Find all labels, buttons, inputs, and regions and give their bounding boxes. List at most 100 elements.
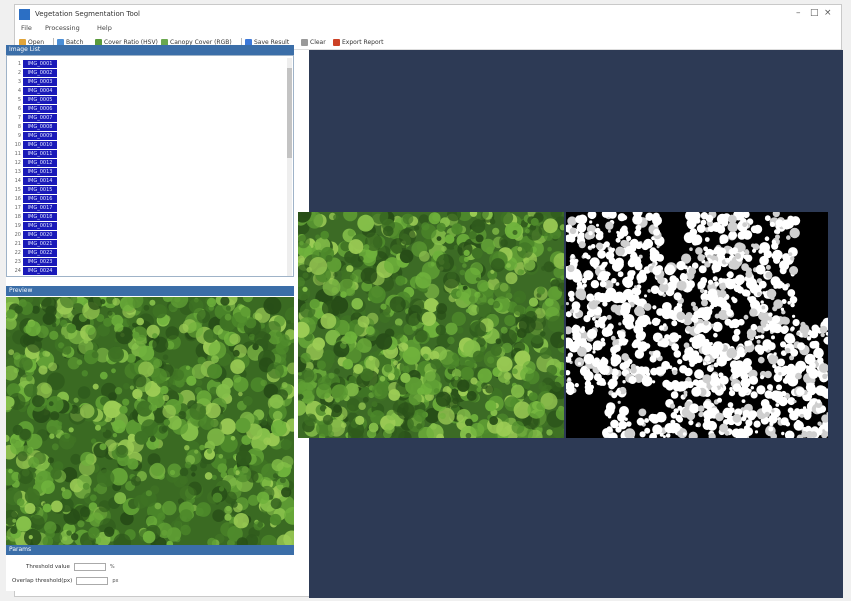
list-item-number: 7 — [17, 114, 21, 121]
list-item-number: 19 — [14, 222, 21, 229]
close-icon[interactable]: × — [824, 8, 832, 18]
params-panel: Threshold value % Overlap threshold(px) … — [6, 555, 294, 591]
list-item-number: 12 — [14, 159, 21, 166]
list-item-name: IMG_0001 — [23, 59, 57, 68]
list-item[interactable]: 17 IMG_0017 — [9, 203, 57, 212]
list-item-name: IMG_0006 — [23, 104, 57, 113]
menu-file[interactable]: File — [21, 24, 32, 32]
overlap-unit: px — [112, 578, 119, 584]
list-item-name: IMG_0021 — [23, 239, 57, 248]
list-item[interactable]: 16 IMG_0016 — [9, 194, 57, 203]
threshold-row: Threshold value % — [26, 562, 115, 572]
list-item[interactable]: 6 IMG_0006 — [9, 104, 57, 113]
list-item[interactable]: 9 IMG_0009 — [9, 131, 57, 140]
clear-button[interactable]: Clear — [301, 37, 326, 47]
list-item-number: 21 — [14, 240, 21, 247]
list-item-number: 22 — [14, 249, 21, 256]
list-item-name: IMG_0012 — [23, 158, 57, 167]
list-item-name: IMG_0011 — [23, 149, 57, 158]
list-item[interactable]: 5 IMG_0005 — [9, 95, 57, 104]
maximize-icon[interactable]: □ — [810, 8, 819, 18]
threshold-input[interactable] — [73, 563, 106, 571]
list-item[interactable]: 21 IMG_0021 — [9, 239, 57, 248]
segmentation-mask — [566, 212, 828, 438]
menu-bar: File Processing Help — [15, 23, 841, 34]
list-item-number: 5 — [17, 96, 21, 103]
list-item-name: IMG_0010 — [23, 140, 57, 149]
list-item-number: 9 — [17, 132, 21, 139]
list-item-name: IMG_0020 — [23, 230, 57, 239]
threshold-label: Threshold value — [26, 564, 70, 570]
list-item[interactable]: 24 IMG_0024 — [9, 266, 57, 275]
image-list-header: Image List — [6, 45, 294, 55]
list-item-name: IMG_0015 — [23, 185, 57, 194]
list-item[interactable]: 4 IMG_0004 — [9, 86, 57, 95]
list-item[interactable]: 23 IMG_0023 — [9, 257, 57, 266]
scrollbar-thumb[interactable] — [287, 68, 292, 158]
menu-help[interactable]: Help — [97, 24, 112, 32]
list-item-name: IMG_0007 — [23, 113, 57, 122]
list-item-number: 20 — [14, 231, 21, 238]
list-item-name: IMG_0024 — [23, 266, 57, 275]
list-item[interactable]: 13 IMG_0013 — [9, 167, 57, 176]
list-item[interactable]: 8 IMG_0008 — [9, 122, 57, 131]
list-item-name: IMG_0023 — [23, 257, 57, 266]
list-item-name: IMG_0003 — [23, 77, 57, 86]
list-item-number: 14 — [14, 177, 21, 184]
window-title: Vegetation Segmentation Tool — [35, 10, 140, 18]
report-icon — [333, 38, 340, 46]
overlap-row: Overlap threshold(px) px — [12, 576, 118, 586]
list-item-name: IMG_0008 — [23, 122, 57, 131]
left-panel: Image List 1 IMG_0001 2 IMG_0002 3 IMG_0003 4 I… — [6, 45, 294, 591]
list-item[interactable]: 20 IMG_0020 — [9, 230, 57, 239]
threshold-unit: % — [109, 564, 115, 570]
overlap-input[interactable] — [76, 577, 109, 585]
list-item-name: IMG_0018 — [23, 212, 57, 221]
title-bar: Vegetation Segmentation Tool – □ × — [15, 5, 841, 23]
list-item-name: IMG_0014 — [23, 176, 57, 185]
clear-icon — [301, 38, 308, 46]
list-item-name: IMG_0022 — [23, 248, 57, 257]
list-scrollbar[interactable] — [287, 58, 292, 276]
list-item-name: IMG_0016 — [23, 194, 57, 203]
list-item[interactable]: 10 IMG_0010 — [9, 140, 57, 149]
overlap-label: Overlap threshold(px) — [12, 578, 73, 584]
list-item[interactable]: 14 IMG_0014 — [9, 176, 57, 185]
list-item-number: 1 — [17, 60, 21, 67]
list-item-name: IMG_0017 — [23, 203, 57, 212]
list-item-name: IMG_0013 — [23, 167, 57, 176]
export-report-label: Export Report — [342, 38, 384, 46]
list-item-number: 2 — [17, 69, 21, 76]
list-item[interactable]: 15 IMG_0015 — [9, 185, 57, 194]
params-header: Params — [6, 545, 294, 555]
app-icon — [19, 9, 30, 20]
list-item-number: 10 — [14, 141, 21, 148]
list-item-number: 15 — [14, 186, 21, 193]
list-item-number: 23 — [14, 258, 21, 265]
list-item[interactable]: 2 IMG_0002 — [9, 68, 57, 77]
list-item[interactable]: 22 IMG_0022 — [9, 248, 57, 257]
list-item-name: IMG_0002 — [23, 68, 57, 77]
original-image — [298, 212, 564, 438]
clear-label: Clear — [310, 38, 326, 46]
menu-processing[interactable]: Processing — [45, 24, 80, 32]
list-item-number: 3 — [17, 78, 21, 85]
list-item-number: 13 — [14, 168, 21, 175]
preview-image — [6, 297, 294, 545]
list-item[interactable]: 18 IMG_0018 — [9, 212, 57, 221]
minimize-icon[interactable]: – — [796, 8, 801, 18]
list-item-number: 18 — [14, 213, 21, 220]
list-item-number: 8 — [17, 123, 21, 130]
list-item[interactable]: 1 IMG_0001 — [9, 59, 57, 68]
list-item[interactable]: 12 IMG_0012 — [9, 158, 57, 167]
list-item-number: 6 — [17, 105, 21, 112]
list-item-number: 17 — [14, 204, 21, 211]
list-item-number: 11 — [14, 150, 21, 157]
list-item-number: 4 — [17, 87, 21, 94]
export-report-button[interactable]: Export Report — [333, 37, 383, 47]
list-item[interactable]: 3 IMG_0003 — [9, 77, 57, 86]
list-item[interactable]: 19 IMG_0019 — [9, 221, 57, 230]
list-item[interactable]: 11 IMG_0011 — [9, 149, 57, 158]
list-item[interactable]: 7 IMG_0007 — [9, 113, 57, 122]
list-item-name: IMG_0019 — [23, 221, 57, 230]
